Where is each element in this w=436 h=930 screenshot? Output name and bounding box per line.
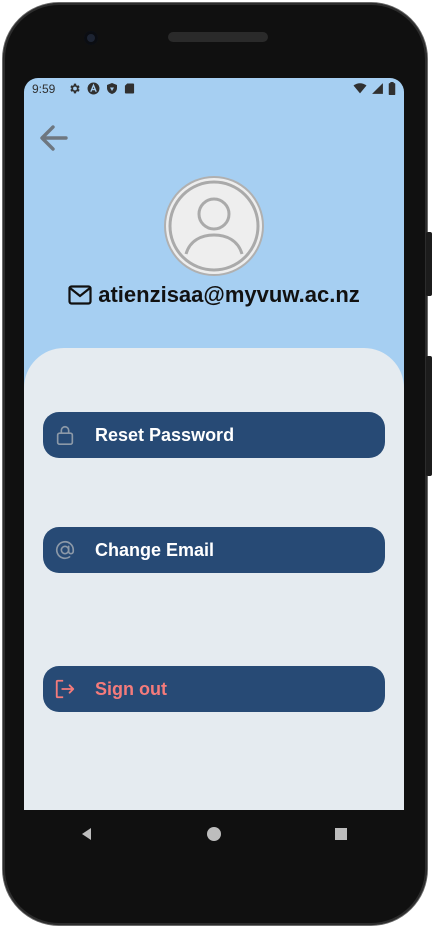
back-arrow-icon[interactable] <box>36 120 72 156</box>
wifi-icon <box>353 83 367 94</box>
battery-icon <box>388 82 396 95</box>
lock-icon <box>53 423 77 447</box>
mail-icon <box>68 285 92 305</box>
app-screen: 9:59 atienzisaa@myvuw.ac.nz Reset Passwo… <box>24 78 404 810</box>
status-icons-right <box>353 82 396 95</box>
system-nav-bar <box>24 810 404 858</box>
reset-password-label: Reset Password <box>95 424 235 445</box>
volume-button <box>426 356 432 476</box>
change-email-button[interactable]: Change Email <box>43 527 385 573</box>
front-camera <box>84 31 98 45</box>
reset-password-button[interactable]: Reset Password <box>43 412 385 458</box>
phone-frame: 9:59 atienzisaa@myvuw.ac.nz Reset Passwo… <box>0 0 436 930</box>
nav-back-icon[interactable] <box>67 814 107 854</box>
cell-signal-icon <box>372 83 383 94</box>
at-icon <box>53 538 77 562</box>
status-time: 9:59 <box>32 82 56 96</box>
nav-home-icon[interactable] <box>194 814 234 854</box>
nav-recents-icon[interactable] <box>321 814 361 854</box>
status-bar: 9:59 <box>24 78 404 100</box>
sd-card-icon <box>124 83 135 94</box>
sign-out-label: Sign out <box>95 678 167 699</box>
change-email-label: Change Email <box>95 539 215 560</box>
shield-icon <box>107 83 117 94</box>
earpiece-speaker <box>168 32 268 42</box>
gear-icon <box>70 83 80 94</box>
sign-out-icon <box>53 677 77 701</box>
power-button <box>426 232 432 296</box>
user-avatar-icon <box>166 178 262 274</box>
email-row: atienzisaa@myvuw.ac.nz <box>24 278 404 312</box>
status-icons-left <box>68 82 135 95</box>
account-email: atienzisaa@myvuw.ac.nz <box>98 282 360 307</box>
actions-panel: Reset Password Change Email Sign out <box>24 348 404 810</box>
sign-out-button[interactable]: Sign out <box>43 666 385 712</box>
a-circle-icon <box>87 82 100 95</box>
